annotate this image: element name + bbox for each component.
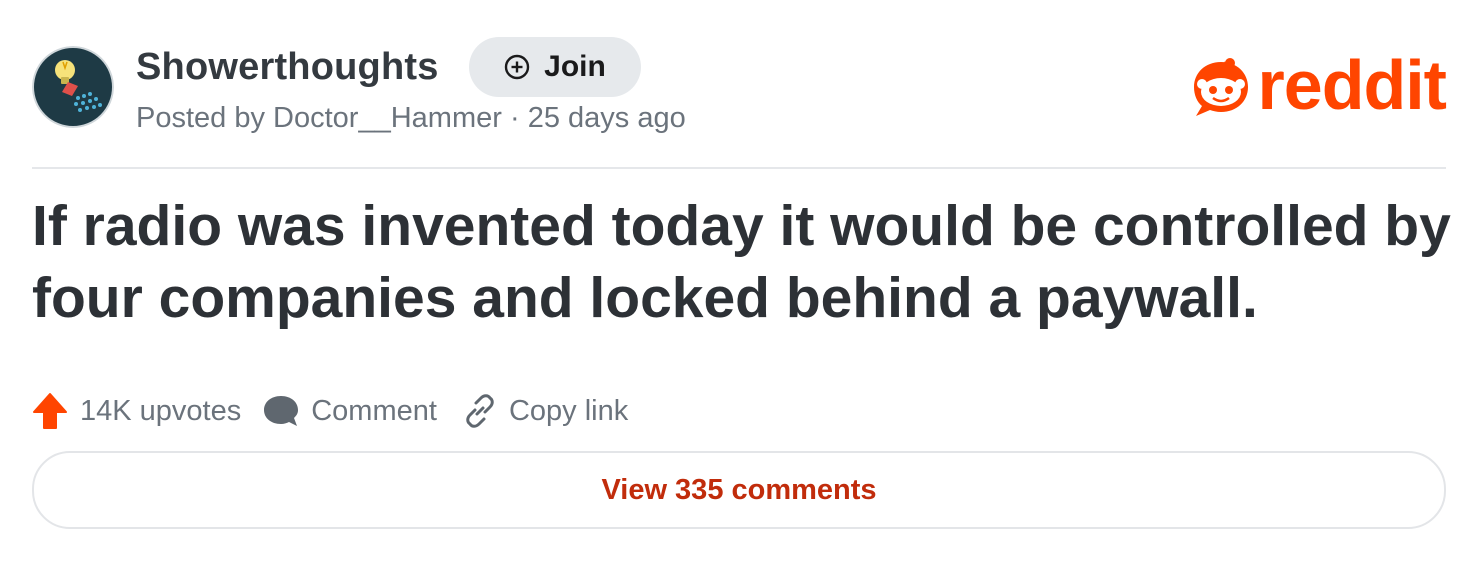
reddit-logo[interactable]: reddit [1188, 50, 1447, 122]
post-title[interactable]: If radio was invented today it would be … [32, 190, 1452, 334]
upvote-arrow-icon [33, 393, 67, 429]
copy-link-label: Copy link [508, 394, 629, 427]
join-button[interactable]: Join [469, 37, 641, 97]
meta-separator: · [509, 102, 520, 134]
author-link[interactable]: Doctor__Hammer [273, 102, 502, 134]
header-divider [32, 167, 1446, 169]
post-header: Showerthoughts Join Posted by Doctor__Ha… [32, 37, 1447, 134]
reddit-snoo-icon [1193, 58, 1248, 116]
post-age: 25 days ago [527, 102, 686, 134]
subreddit-avatar[interactable] [32, 46, 114, 128]
lightbulb-shower-icon [32, 46, 114, 128]
comment-button[interactable]: Comment [261, 393, 437, 429]
post-actions: 14K upvotes Comment Copy link [32, 388, 628, 434]
plus-circle-icon [504, 54, 530, 80]
post-meta: Posted by Doctor__Hammer · 25 days ago [136, 102, 686, 135]
comment-label: Comment [311, 394, 437, 427]
copy-link-button[interactable]: Copy link [461, 392, 628, 430]
reddit-post-card: Showerthoughts Join Posted by Doctor__Ha… [0, 0, 1478, 584]
link-icon [466, 394, 494, 428]
join-button-label: Join [544, 50, 606, 83]
upvote-count: 14K upvotes [80, 394, 242, 427]
comment-bubble-icon [264, 396, 299, 426]
upvote-button[interactable]: 14K upvotes [32, 392, 241, 430]
subreddit-name[interactable]: Showerthoughts [136, 46, 439, 89]
view-comments-button[interactable]: View 335 comments [32, 451, 1446, 529]
posted-by-prefix: Posted by [136, 102, 265, 134]
reddit-wordmark: reddit [1257, 46, 1447, 124]
